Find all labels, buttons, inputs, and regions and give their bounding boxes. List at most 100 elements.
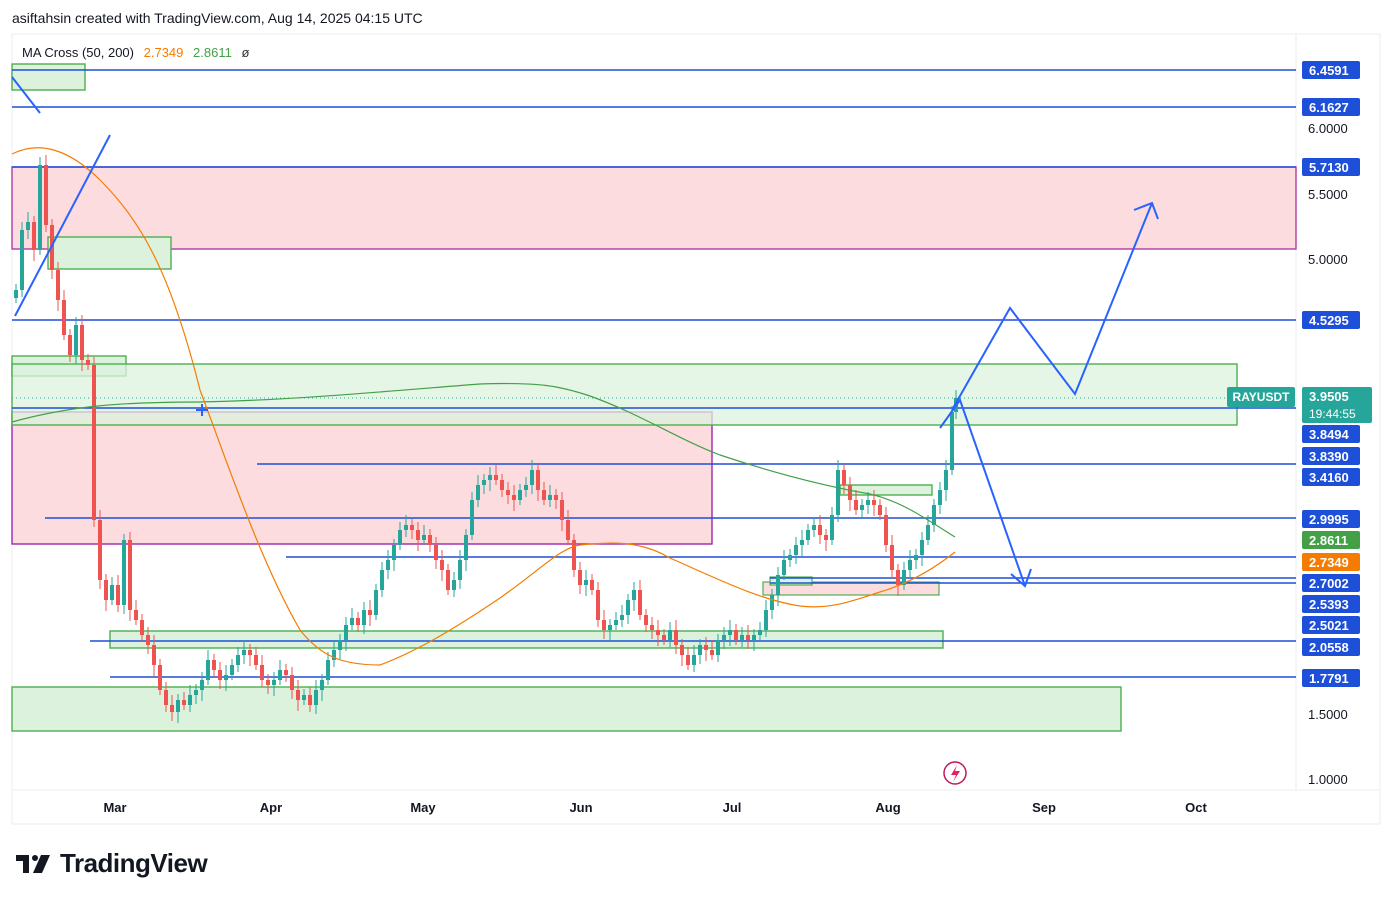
support-zone-mid [109, 630, 944, 649]
candle [614, 612, 618, 630]
candle [98, 510, 102, 589]
candle [128, 532, 132, 621]
candle [260, 655, 264, 687]
y-tick-label: 6.0000 [1308, 121, 1348, 136]
tradingview-logo[interactable]: TradingView [14, 848, 208, 879]
price-level-badge: 3.4160 [1302, 468, 1360, 486]
candle [380, 562, 384, 597]
x-tick-label: Mar [103, 800, 126, 815]
price-level-badge: 6.1627 [1302, 98, 1360, 116]
price-level-label: 2.5393 [1309, 597, 1349, 612]
price-chart[interactable]: Mar Apr May Jun Jul Aug Sep Oct 6.0000 5.5000 5.0… [0, 0, 1392, 900]
x-tick-label: Apr [260, 800, 282, 815]
price-level-label: 2.7002 [1309, 576, 1349, 591]
candle [644, 609, 648, 632]
candle [860, 499, 864, 517]
candle [830, 507, 834, 545]
candle [578, 562, 582, 594]
candle [596, 582, 600, 627]
price-level-badge: 2.5393 [1302, 595, 1360, 613]
price-level-badge: 2.8611 [1302, 531, 1360, 549]
candle [638, 580, 642, 620]
candle [356, 612, 360, 632]
candle [818, 515, 822, 544]
price-level-badge: 2.7002 [1302, 574, 1360, 592]
y-tick-label: 5.0000 [1308, 252, 1348, 267]
candle [44, 155, 48, 232]
candle [14, 284, 18, 303]
y-tick-label: 5.5000 [1308, 187, 1348, 202]
candle [806, 524, 810, 545]
candle [848, 477, 852, 511]
candle [572, 534, 576, 577]
candle [620, 605, 624, 627]
candle [788, 549, 792, 567]
x-tick-label: Sep [1032, 800, 1056, 815]
candle [908, 550, 912, 577]
candle [824, 529, 828, 551]
candle [800, 530, 804, 556]
price-level-label: 2.8611 [1309, 533, 1348, 548]
candle [776, 567, 780, 606]
price-level-label: 2.0558 [1309, 640, 1349, 655]
candle [920, 532, 924, 566]
price-level-badge: 5.7130 [1302, 158, 1360, 176]
price-level-badge: 2.0558 [1302, 638, 1360, 656]
candle [122, 534, 126, 614]
y-tick-label: 1.0000 [1308, 772, 1348, 787]
price-level-badge: 3.8494 [1302, 425, 1360, 443]
candle [362, 602, 366, 634]
candle [632, 582, 636, 611]
candle [278, 660, 282, 685]
lightning-icon[interactable] [943, 761, 967, 785]
support-box-top-left [11, 63, 86, 91]
candle [464, 529, 468, 571]
resistance-zone-mid [11, 411, 713, 545]
candle [20, 222, 24, 297]
candle [584, 570, 588, 596]
price-level-label: 4.5295 [1309, 313, 1349, 328]
candle [62, 290, 66, 340]
price-level-label: 3.4160 [1309, 470, 1349, 485]
y-tick-label: 1.5000 [1308, 707, 1348, 722]
candle [386, 550, 390, 579]
symbol-badge[interactable]: RAYUSDT [1227, 387, 1295, 407]
candle [452, 572, 456, 597]
candle [368, 600, 372, 626]
candle [914, 549, 918, 569]
candle [590, 574, 594, 595]
candle [884, 507, 888, 552]
candle [254, 647, 258, 670]
tradingview-logo-icon [16, 854, 50, 873]
candle [206, 650, 210, 685]
candle [440, 550, 444, 581]
resistance-zone-upper [11, 166, 1297, 250]
price-level-label: 2.7349 [1309, 555, 1349, 570]
tradingview-logo-text: TradingView [60, 848, 208, 878]
candle [674, 620, 678, 654]
candle [134, 600, 138, 625]
price-level-labels: 6.4591 6.1627 5.7130 4.5295 3.8494 3.8390 3.41… [1302, 61, 1360, 687]
candle [782, 550, 786, 580]
candle [212, 654, 216, 677]
price-level-badge: 2.7349 [1302, 553, 1360, 571]
price-level-label: 2.9995 [1309, 512, 1349, 527]
candle [104, 574, 108, 611]
candle [686, 647, 690, 670]
candle [626, 594, 630, 624]
candle [938, 482, 942, 514]
price-level-badge: 2.9995 [1302, 510, 1360, 528]
price-level-label: 3.8494 [1309, 427, 1350, 442]
x-tick-label: Oct [1185, 800, 1207, 815]
candle [350, 608, 354, 630]
candle [158, 659, 162, 695]
price-level-badge: 3.8390 [1302, 447, 1360, 465]
support-box-jul [839, 484, 933, 496]
candle [326, 652, 330, 685]
candle [236, 647, 240, 672]
candle [284, 664, 288, 682]
candle [890, 535, 894, 579]
price-level-label: 5.7130 [1309, 160, 1349, 175]
candle [92, 357, 96, 527]
candle [110, 577, 114, 605]
